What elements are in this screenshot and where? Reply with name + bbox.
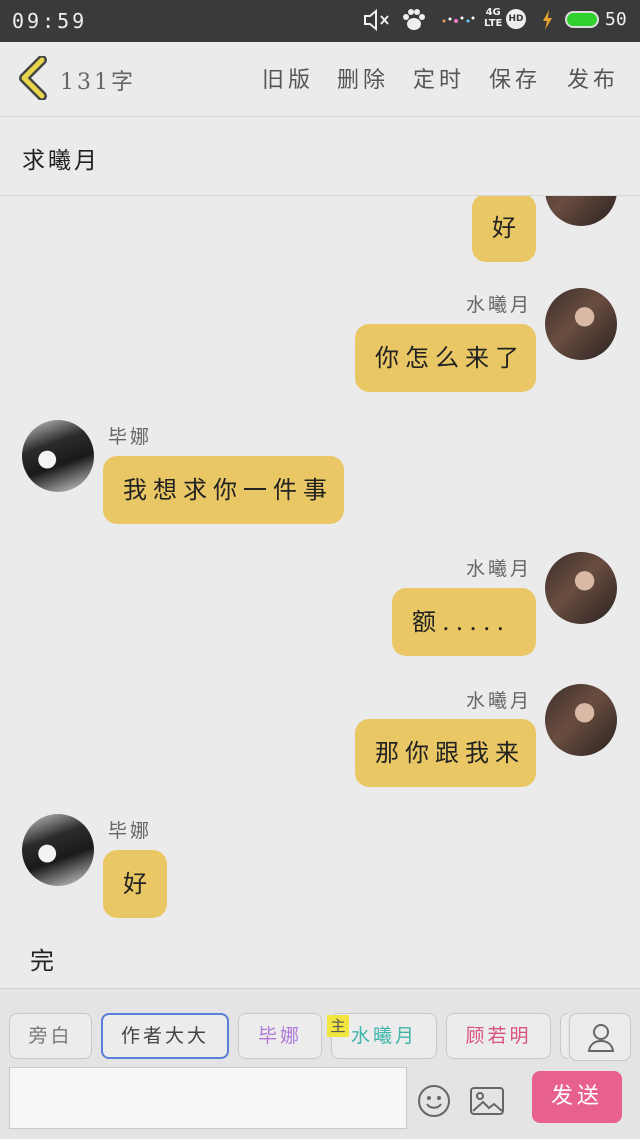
- speaker-name: 水曦月: [466, 558, 533, 580]
- network-type: 4G: [485, 7, 501, 18]
- story-title-row[interactable]: 求曦月: [0, 117, 640, 196]
- battery-level: 50: [605, 9, 627, 30]
- avatar[interactable]: [22, 420, 94, 492]
- avatar[interactable]: [545, 196, 617, 226]
- notification-dots-icon: [440, 6, 476, 35]
- publish-button[interactable]: 发布: [567, 62, 619, 94]
- editor-toolbar: 131字 旧版 删除 定时 保存 发布: [0, 42, 640, 117]
- image-button[interactable]: [468, 1083, 506, 1119]
- role-overflow[interactable]: [560, 1013, 568, 1059]
- smiley-icon: [418, 1085, 450, 1117]
- network-indicator: 4G LTE: [484, 7, 502, 29]
- chat-area[interactable]: 好 水曦月 你怎么来了 毕娜 我想求你一件事 水曦月 额..... 水曦月 那你…: [0, 196, 640, 988]
- speaker-name: 毕娜: [108, 426, 153, 448]
- emoji-button[interactable]: [416, 1083, 452, 1119]
- role-label: 旁白: [28, 1025, 73, 1047]
- message-bubble[interactable]: 好: [103, 850, 167, 918]
- back-button[interactable]: [14, 55, 54, 101]
- paw-icon: [400, 8, 428, 37]
- message-bubble[interactable]: 那你跟我来: [355, 719, 536, 787]
- avatar[interactable]: [22, 814, 94, 886]
- role-label: 作者大大: [120, 1025, 209, 1047]
- save-button[interactable]: 保存: [489, 62, 541, 94]
- schedule-button[interactable]: 定时: [413, 62, 465, 94]
- send-button[interactable]: 发送: [532, 1071, 622, 1123]
- hd-icon: HD: [506, 9, 526, 29]
- image-icon: [470, 1087, 504, 1115]
- old-version-button[interactable]: 旧版: [262, 62, 314, 94]
- mute-icon: [362, 8, 392, 37]
- status-time: 09:59: [12, 9, 88, 33]
- speaker-name: 毕娜: [108, 820, 153, 842]
- story-title: 求曦月: [22, 148, 100, 174]
- message-bubble[interactable]: 好: [472, 196, 536, 262]
- message-bubble[interactable]: 你怎么来了: [355, 324, 536, 392]
- back-arrow-icon: [19, 55, 47, 101]
- role-label: 水曦月: [350, 1025, 417, 1047]
- speaker-name: 水曦月: [466, 690, 533, 712]
- speaker-name: 水曦月: [466, 294, 533, 316]
- role-label: 顾若明: [465, 1025, 532, 1047]
- delete-button[interactable]: 删除: [337, 62, 389, 94]
- role-author[interactable]: 作者大大: [101, 1013, 229, 1059]
- network-sub: LTE: [484, 18, 503, 29]
- status-bar: 09:59 4G LTE HD 50: [0, 0, 640, 42]
- message-bubble[interactable]: 我想求你一件事: [103, 456, 344, 524]
- charging-icon: [540, 8, 554, 37]
- battery-icon: [565, 11, 599, 28]
- main-role-badge: 主: [327, 1015, 349, 1037]
- role-bina[interactable]: 毕娜: [238, 1013, 322, 1059]
- avatar[interactable]: [545, 552, 617, 624]
- message-input[interactable]: [9, 1067, 407, 1129]
- avatar[interactable]: [545, 684, 617, 756]
- avatar[interactable]: [545, 288, 617, 360]
- role-label: 毕娜: [257, 1025, 302, 1047]
- role-guruoming[interactable]: 顾若明: [446, 1013, 551, 1059]
- message-bubble[interactable]: 额.....: [392, 588, 536, 656]
- add-role-button[interactable]: [569, 1013, 631, 1061]
- role-narrator[interactable]: 旁白: [9, 1013, 92, 1059]
- person-icon: [587, 1024, 615, 1052]
- end-marker[interactable]: 完: [30, 941, 54, 976]
- composer-panel: 旁白 作者大大 毕娜 水曦月 主 顾若明 发送: [0, 988, 640, 1139]
- word-count: 131字: [60, 70, 136, 95]
